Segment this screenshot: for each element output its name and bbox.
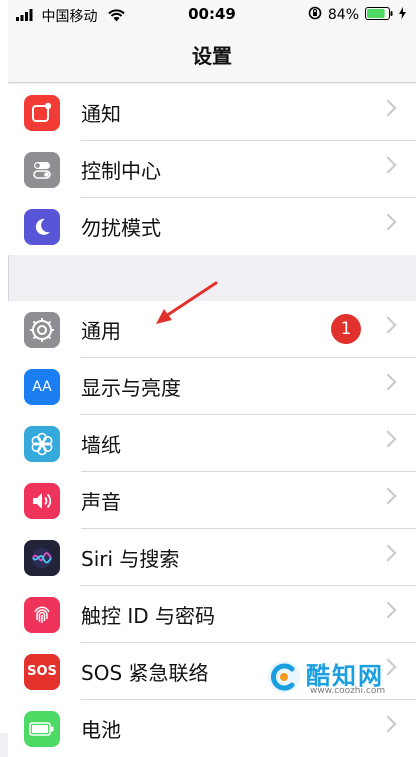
- chevron-right-icon: [379, 156, 397, 174]
- settings-row-sounds[interactable]: 声音: [8, 472, 416, 529]
- battery-setting-icon: [24, 710, 60, 747]
- settings-screen: 中国移动 00:49 84% 设置 通知 控制中心 勿扰模式 通用 1 AA 显…: [0, 0, 416, 757]
- navigation-bar: 设置: [8, 30, 416, 83]
- display-icon: AA: [24, 368, 60, 405]
- settings-row-wallpaper[interactable]: 墙纸: [8, 415, 416, 472]
- row-label: 触控 ID 与密码: [81, 604, 216, 628]
- chevron-right-icon: [379, 373, 397, 391]
- battery-percent: 84%: [327, 7, 359, 23]
- charging-icon: [399, 7, 406, 23]
- settings-row-notifications[interactable]: 通知: [8, 84, 416, 141]
- moon-icon: [24, 208, 60, 245]
- gear-icon: [24, 311, 60, 348]
- watermark-url: www.coozhi.com: [310, 686, 386, 696]
- battery-icon: [365, 6, 393, 24]
- chevron-right-icon: [379, 544, 397, 562]
- settings-row-siri[interactable]: Siri 与搜索: [8, 529, 416, 586]
- row-label: 勿扰模式: [81, 216, 161, 240]
- row-label: 电池: [81, 718, 121, 742]
- row-label: 墙纸: [81, 433, 121, 457]
- notifications-icon: [24, 94, 60, 131]
- row-label: 控制中心: [81, 159, 161, 183]
- chevron-right-icon: [379, 715, 397, 733]
- chevron-right-icon: [379, 487, 397, 505]
- display-icon-text: AA: [32, 378, 52, 395]
- row-label: SOS 紧急联络: [81, 661, 209, 685]
- settings-row-touch-id[interactable]: 触控 ID 与密码: [8, 586, 416, 643]
- row-label: 声音: [81, 490, 121, 514]
- page-title: 设置: [192, 44, 232, 68]
- sos-icon-text: SOS: [27, 664, 57, 679]
- fingerprint-icon: [24, 596, 60, 633]
- chevron-right-icon: [379, 430, 397, 448]
- chevron-right-icon: [379, 601, 397, 619]
- speaker-icon: [24, 482, 60, 519]
- settings-row-display-brightness[interactable]: AA 显示与亮度: [8, 358, 416, 415]
- notification-badge: 1: [331, 314, 361, 344]
- status-right: 84%: [308, 6, 406, 24]
- siri-icon: [24, 539, 60, 576]
- orientation-lock-icon: [308, 6, 322, 24]
- settings-group-1: 通知 控制中心 勿扰模式: [8, 84, 416, 255]
- chevron-right-icon: [379, 213, 397, 231]
- watermark: 酷知网 www.coozhi.com: [266, 655, 396, 699]
- row-label: 显示与亮度: [81, 376, 181, 400]
- settings-row-battery[interactable]: 电池: [8, 700, 416, 757]
- annotation-arrow: [156, 281, 218, 324]
- chevron-right-icon: [379, 99, 397, 117]
- row-label: 通用: [81, 319, 121, 343]
- settings-row-control-center[interactable]: 控制中心: [8, 141, 416, 198]
- settings-row-do-not-disturb[interactable]: 勿扰模式: [8, 198, 416, 255]
- control-center-icon: [24, 151, 60, 188]
- sos-icon: SOS: [24, 653, 60, 690]
- watermark-logo: [268, 661, 300, 693]
- row-label: Siri 与搜索: [81, 547, 180, 571]
- status-bar: 中国移动 00:49 84%: [8, 0, 416, 30]
- row-label: 通知: [81, 102, 121, 126]
- chevron-right-icon: [379, 316, 397, 334]
- wallpaper-icon: [24, 425, 60, 462]
